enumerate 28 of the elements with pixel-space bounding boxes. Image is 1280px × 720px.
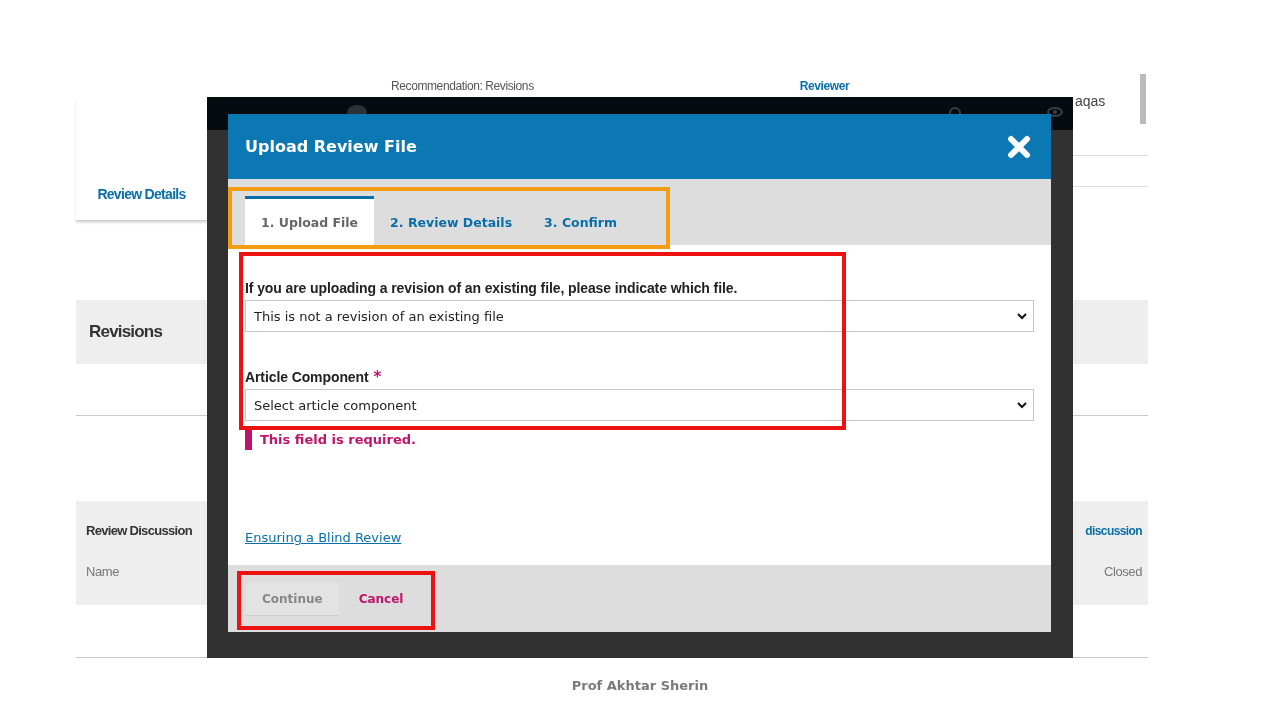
tab[interactable]: 1. Upload File: [245, 196, 375, 245]
review-details-link[interactable]: Review Details: [97, 186, 186, 202]
column-header: Closed: [1103, 564, 1142, 579]
scrollbar[interactable]: [1140, 74, 1146, 124]
add-discussion-link[interactable]: discussion: [1085, 523, 1142, 538]
reviewer-link[interactable]: Reviewer: [799, 78, 850, 93]
required-mark: *: [373, 368, 382, 386]
tab[interactable]: 3. Confirm: [528, 196, 633, 245]
author-credit: Prof Akhtar Sherin: [570, 678, 710, 693]
error-bar: [245, 428, 252, 450]
chevron-down-icon: [1017, 312, 1027, 320]
close-icon[interactable]: [1007, 134, 1031, 159]
blind-review-link[interactable]: Ensuring a Blind Review: [245, 530, 402, 545]
section-title: Review Discussion: [86, 523, 192, 538]
dropdown[interactable]: This is not a revision of an existing file: [245, 300, 1034, 332]
column-header: Name: [86, 564, 120, 579]
error-text: This field is required.: [259, 431, 417, 447]
dialog-title: Upload Review File: [245, 137, 417, 156]
cancel-button[interactable]: Cancel: [342, 582, 420, 615]
eye-icon[interactable]: [1047, 107, 1063, 117]
user-name-text: aqas: [1075, 93, 1106, 109]
chevron-down-icon: [1017, 401, 1027, 409]
tab[interactable]: 2. Review Details: [374, 196, 529, 245]
field-label: Article Component: [245, 369, 369, 385]
section-title: Revisions: [89, 322, 163, 342]
dropdown[interactable]: Select article component: [245, 389, 1034, 421]
recommendation-text: Recommendation: Revisions: [391, 78, 534, 93]
field-label: If you are uploading a revision of an existing file, please indicate which file.: [245, 280, 739, 296]
